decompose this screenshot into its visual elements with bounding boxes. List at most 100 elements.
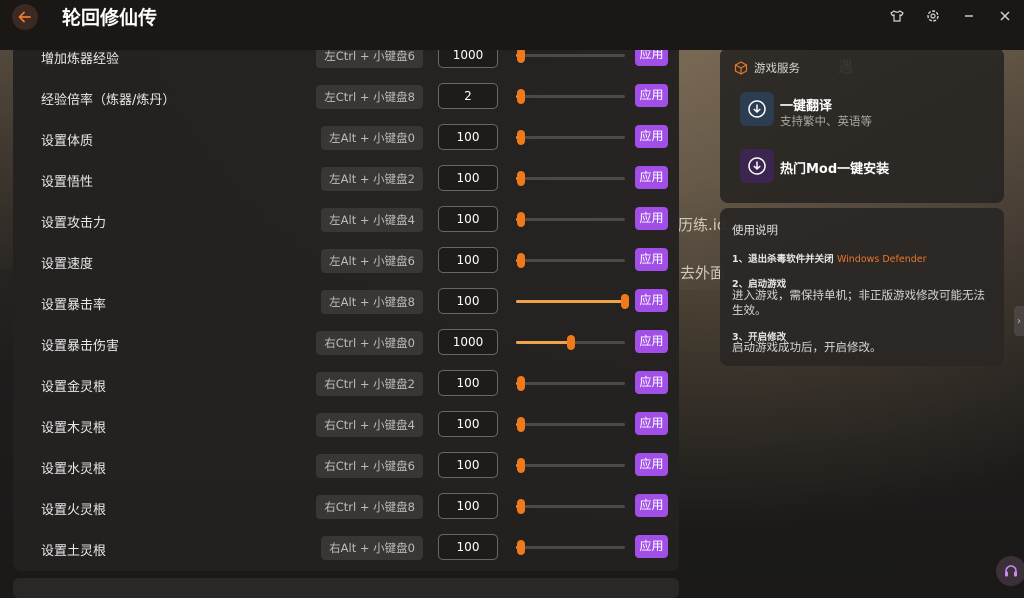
apply-button[interactable]: 应用 <box>635 207 668 230</box>
setting-label: 设置攻击力 <box>41 216 107 231</box>
value-slider[interactable] <box>516 130 625 145</box>
mod-install-service[interactable]: 热门Mod一键安装 <box>740 149 990 185</box>
value-input[interactable]: 100 <box>438 165 498 191</box>
setting-label: 设置金灵根 <box>41 380 107 395</box>
hotkey-badge: 左Alt + 小键盘8 <box>321 290 423 314</box>
next-panel-edge <box>13 578 679 598</box>
slider-thumb[interactable] <box>517 376 526 391</box>
setting-row: 设置水灵根 右Ctrl + 小键盘6 100 应用 <box>13 448 679 489</box>
translate-service[interactable]: 一键翻译 支持繁中、英语等 <box>740 92 990 128</box>
expand-arrow-button[interactable]: › <box>1014 306 1024 336</box>
apply-button[interactable]: 应用 <box>635 412 668 435</box>
value-slider[interactable] <box>516 335 625 350</box>
setting-row: 设置攻击力 左Alt + 小键盘4 100 应用 <box>13 202 679 243</box>
value-slider[interactable] <box>516 376 625 391</box>
hotkey-badge: 右Ctrl + 小键盘0 <box>316 331 423 355</box>
service-title: 热门Mod一键安装 <box>780 162 890 177</box>
slider-thumb[interactable] <box>517 540 526 555</box>
apply-button[interactable]: 应用 <box>635 166 668 189</box>
value-input[interactable]: 100 <box>438 288 498 314</box>
setting-label: 设置暴击率 <box>41 298 107 313</box>
slider-thumb[interactable] <box>517 212 526 227</box>
slider-thumb[interactable] <box>517 89 526 104</box>
value-input[interactable]: 100 <box>438 411 498 437</box>
hotkey-badge: 左Alt + 小键盘2 <box>321 167 423 191</box>
value-input[interactable]: 100 <box>438 452 498 478</box>
windows-defender-link[interactable]: Windows Defender <box>837 254 927 265</box>
slider-thumb[interactable] <box>517 171 526 186</box>
value-input[interactable]: 100 <box>438 206 498 232</box>
setting-label: 设置暴击伤害 <box>41 339 120 354</box>
guide-step-1-text: 1、退出杀毒软件并关闭 <box>732 254 834 265</box>
apply-button[interactable]: 应用 <box>635 535 668 558</box>
tshirt-icon[interactable] <box>886 6 908 26</box>
background-text: 去外面 <box>680 264 726 282</box>
support-button[interactable] <box>996 556 1024 586</box>
value-input[interactable]: 2 <box>438 83 498 109</box>
close-icon[interactable] <box>994 6 1016 26</box>
hotkey-badge: 右Ctrl + 小键盘2 <box>316 372 423 396</box>
setting-label: 设置水灵根 <box>41 462 107 477</box>
background-strip <box>0 40 14 270</box>
hotkey-badge: 左Alt + 小键盘6 <box>321 249 423 273</box>
value-slider[interactable] <box>516 499 625 514</box>
value-slider[interactable] <box>516 253 625 268</box>
window-controls <box>886 6 1016 26</box>
apply-button[interactable]: 应用 <box>635 84 668 107</box>
setting-label: 增加炼器经验 <box>41 52 120 67</box>
game-services-card: 游戏服务 一键翻译 支持繁中、英语等 热门Mod一键安装 <box>720 48 1004 203</box>
arrow-left-icon <box>18 11 31 23</box>
setting-label: 设置火灵根 <box>41 503 107 518</box>
hotkey-badge: 右Alt + 小键盘0 <box>321 536 423 560</box>
services-header: 游戏服务 <box>734 60 800 76</box>
apply-button[interactable]: 应用 <box>635 248 668 271</box>
value-slider[interactable] <box>516 458 625 473</box>
setting-row: 设置金灵根 右Ctrl + 小键盘2 100 应用 <box>13 366 679 407</box>
value-input[interactable]: 1000 <box>438 329 498 355</box>
value-slider[interactable] <box>516 540 625 555</box>
services-header-label: 游戏服务 <box>754 61 800 75</box>
back-button[interactable] <box>12 4 38 30</box>
setting-label: 经验倍率（炼器/炼丹） <box>41 93 176 108</box>
setting-label: 设置土灵根 <box>41 544 107 559</box>
slider-thumb[interactable] <box>566 335 575 350</box>
gear-icon[interactable] <box>922 6 944 26</box>
app-title: 轮回修仙传 <box>62 7 158 29</box>
minimize-icon[interactable] <box>958 6 980 26</box>
value-slider[interactable] <box>516 48 625 63</box>
value-input[interactable]: 100 <box>438 493 498 519</box>
value-slider[interactable] <box>516 212 625 227</box>
value-slider[interactable] <box>516 294 629 309</box>
value-slider[interactable] <box>516 171 625 186</box>
guide-step-2-desc: 进入游戏，需保持单机；非正版游戏修改可能无法生效。 <box>732 288 985 317</box>
value-input[interactable]: 100 <box>438 534 498 560</box>
apply-button[interactable]: 应用 <box>635 494 668 517</box>
value-slider[interactable] <box>516 417 625 432</box>
apply-button[interactable]: 应用 <box>635 371 668 394</box>
value-input[interactable]: 100 <box>438 370 498 396</box>
apply-button[interactable]: 应用 <box>635 453 668 476</box>
slider-thumb[interactable] <box>517 458 526 473</box>
setting-row: 设置速度 左Alt + 小键盘6 100 应用 <box>13 243 679 284</box>
usage-guide-card: 使用说明 1、退出杀毒软件并关闭 Windows Defender 2、启动游戏… <box>720 208 1004 366</box>
guide-step-3-desc: 启动游戏成功后，开启修改。 <box>732 340 882 354</box>
slider-thumb[interactable] <box>517 499 526 514</box>
title-bar: 轮回修仙传 <box>0 0 1024 50</box>
setting-label: 设置木灵根 <box>41 421 107 436</box>
slider-thumb[interactable] <box>517 253 526 268</box>
slider-fill <box>516 341 571 344</box>
value-input[interactable]: 100 <box>438 247 498 273</box>
apply-button[interactable]: 应用 <box>635 330 668 353</box>
apply-button[interactable]: 应用 <box>635 289 668 312</box>
value-slider[interactable] <box>516 89 625 104</box>
slider-thumb[interactable] <box>517 48 526 63</box>
slider-thumb[interactable] <box>621 294 629 309</box>
settings-panel: 增加炼器经验 左Ctrl + 小键盘6 1000 应用 经验倍率（炼器/炼丹） 左Ctrl… <box>13 40 679 571</box>
slider-thumb[interactable] <box>517 417 526 432</box>
slider-thumb[interactable] <box>517 130 526 145</box>
value-input[interactable]: 100 <box>438 124 498 150</box>
headset-icon <box>1005 565 1017 577</box>
setting-row: 设置体质 左Alt + 小键盘0 100 应用 <box>13 120 679 161</box>
apply-button[interactable]: 应用 <box>635 125 668 148</box>
download-icon <box>740 92 774 126</box>
